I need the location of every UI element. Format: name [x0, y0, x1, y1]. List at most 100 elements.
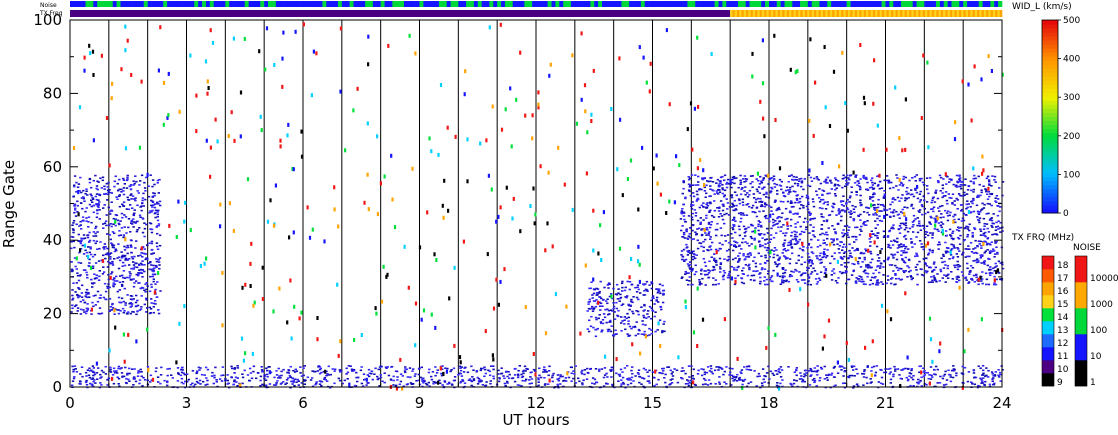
freq-cell: [777, 10, 781, 17]
echo-point: [970, 278, 973, 280]
echo-point: [507, 371, 510, 373]
echo-point: [152, 278, 155, 280]
echo-point: [151, 209, 154, 212]
echo-point: [767, 217, 770, 220]
noise-cell: [442, 1, 447, 7]
echo-point: [106, 189, 110, 191]
echo-point: [795, 179, 798, 181]
echo-point: [894, 370, 897, 372]
echo-point: [778, 263, 781, 265]
echo-point: [710, 221, 713, 223]
echo-point: [121, 307, 125, 310]
echo-point: [120, 367, 123, 369]
echo-point: [818, 254, 821, 257]
echo-point: [894, 273, 897, 275]
echo-point: [102, 227, 105, 229]
echo-point: [754, 262, 757, 265]
echo-point: [609, 309, 613, 311]
echo-point: [655, 296, 659, 299]
echo-point: [293, 371, 297, 373]
echo-point: [865, 178, 868, 180]
echo-point: [933, 201, 937, 203]
echo-point: [153, 273, 157, 276]
echo-point: [91, 383, 94, 386]
echo-point: [783, 242, 786, 244]
echo-point: [738, 245, 741, 247]
echo-point: [688, 261, 692, 263]
echo-point: [71, 294, 74, 297]
echo-point: [921, 181, 925, 184]
echo-point: [481, 384, 484, 386]
echo-point: [94, 227, 97, 230]
echo-point: [986, 242, 989, 245]
echo-point: [671, 371, 674, 373]
echo-point: [956, 275, 960, 278]
echo-point: [726, 208, 729, 210]
echo-point: [978, 183, 981, 186]
noise-cell: [854, 1, 859, 7]
echo-point: [871, 258, 874, 261]
echo-point: [132, 264, 136, 266]
echo-point: [712, 277, 715, 279]
echo-point: [138, 382, 141, 385]
echo-point: [916, 273, 919, 276]
echo-point: [113, 232, 116, 235]
echo-point: [106, 233, 109, 235]
echo-point: [843, 370, 846, 373]
echo-point: [132, 226, 135, 228]
echo-point: [732, 209, 735, 212]
echo-point: [977, 194, 980, 197]
echo-point: [833, 183, 837, 186]
echo-point: [588, 298, 591, 301]
echo-point: [876, 217, 879, 220]
echo-point: [897, 244, 900, 246]
echo-point: [727, 255, 730, 258]
echo-point: [80, 239, 83, 242]
echo-point: [719, 227, 723, 229]
echo-point: [529, 376, 532, 378]
echo-point: [612, 307, 615, 310]
echo-point: [696, 239, 699, 242]
echo-point: [76, 310, 79, 312]
echo-point: [212, 374, 216, 377]
echo-point: [799, 225, 802, 228]
echo-point: [942, 267, 946, 269]
echo-point: [890, 240, 893, 242]
freq-cell: [802, 10, 806, 17]
echo-point: [809, 369, 813, 371]
echo-point: [647, 375, 650, 378]
echo-point: [977, 365, 980, 367]
echo-point: [703, 261, 707, 264]
echo-point: [318, 380, 322, 382]
echo-point: [953, 213, 957, 216]
echo-point: [931, 279, 934, 282]
echo-point: [143, 181, 146, 184]
echo-point: [815, 283, 819, 285]
echo-point: [71, 224, 74, 226]
noise-cell: [776, 1, 781, 7]
echo-point: [96, 212, 99, 215]
echo-point: [842, 234, 846, 237]
echo-point: [80, 296, 84, 298]
echo-point: [395, 370, 399, 373]
echo-point: [864, 283, 867, 286]
echo-point: [157, 209, 160, 212]
freq-segment: [70, 10, 731, 17]
echo-point: [85, 293, 88, 296]
echo-point: [996, 253, 999, 255]
echo-point: [610, 325, 613, 327]
echo-point: [794, 238, 797, 240]
echo-point: [126, 374, 129, 376]
echo-point: [79, 242, 83, 245]
echo-point: [687, 380, 690, 382]
echo-point: [972, 197, 975, 200]
echo-point: [588, 319, 591, 322]
echo-point: [991, 373, 994, 375]
echo-point: [95, 185, 99, 187]
echo-point: [880, 187, 884, 189]
echo-point: [747, 226, 750, 229]
echo-point: [578, 380, 581, 383]
echo-point: [150, 283, 153, 286]
echo-point: [614, 329, 617, 332]
echo-point: [714, 383, 717, 385]
